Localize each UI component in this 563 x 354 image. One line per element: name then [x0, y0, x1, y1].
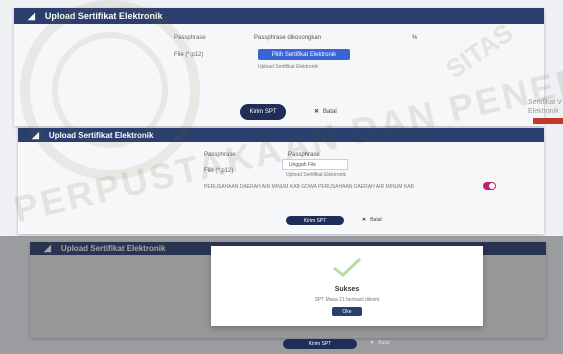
side-red-bar [533, 118, 563, 124]
modal-message: SPT Masa 21 berhasil dikirim [314, 297, 380, 303]
file-upload-button[interactable]: Unggah File [282, 159, 348, 170]
cancel-button-dimmed[interactable]: ✕ Batal [370, 340, 390, 346]
file-upload-label: Unggah File [289, 162, 316, 168]
taxpayer-statement: PERUSAHAAN DAERAH AIR MINUM KAB GOWA PER… [204, 184, 414, 190]
close-icon: ✕ [362, 217, 367, 223]
cancel-button[interactable]: ✕ Batal [362, 217, 382, 223]
submit-spt-button-dimmed[interactable]: Kirim SPT [283, 339, 357, 349]
agreement-toggle[interactable] [483, 182, 496, 190]
file-hint: Upload Sertifikat Elektronik [258, 64, 319, 70]
checkmark-icon [333, 257, 362, 277]
close-icon: ✕ [370, 340, 375, 346]
close-icon: ✕ [314, 109, 320, 115]
modal-title: Sukses [334, 286, 360, 293]
side-text-2: Elektronik [528, 108, 559, 115]
choose-certificate-button[interactable]: Pilih Sertifikat Elektronik [258, 49, 350, 60]
cancel-label: Batal [323, 108, 337, 115]
success-modal: Sukses SPT Masa 21 berhasil dikirim Oke [211, 246, 483, 326]
passphrase-input[interactable]: Passphrase [288, 152, 320, 158]
watermark-seal [20, 0, 200, 180]
submit-spt-button[interactable]: Kirim SPT [286, 216, 344, 225]
file-hint: Upload Sertifikat Elektronik [286, 172, 347, 178]
side-text-1: Sertifikat V [528, 99, 562, 106]
submit-spt-button[interactable]: Kirim SPT [240, 104, 286, 120]
cancel-label: Batal [378, 340, 390, 346]
passphrase-toggle-icon[interactable]: % [412, 35, 417, 41]
cancel-button[interactable]: ✕ Batal [314, 108, 337, 116]
ok-button[interactable]: Oke [332, 307, 362, 316]
cancel-label: Batal [370, 217, 382, 223]
passphrase-input[interactable]: Passphrase dikosongkan [254, 35, 321, 41]
